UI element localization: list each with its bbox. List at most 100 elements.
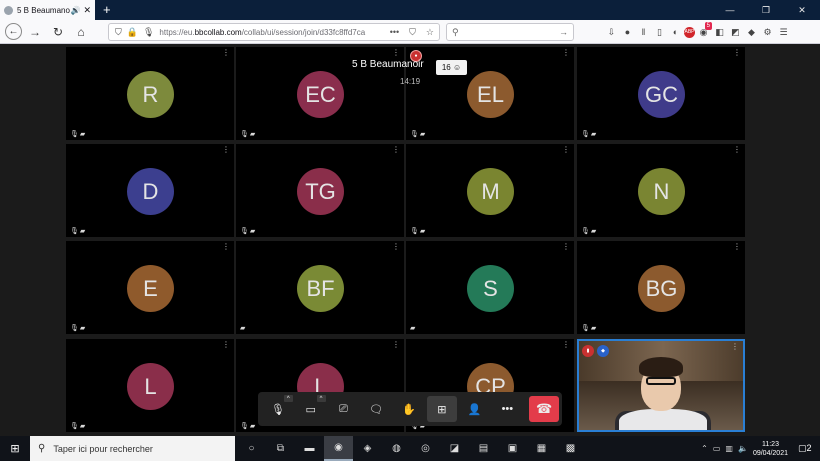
tray-expand-icon[interactable]: ⌃ [701,444,708,453]
pocket-icon[interactable]: ⛉ [409,27,416,38]
screenshot-icon[interactable]: ◩ [728,25,743,39]
search-go-icon[interactable]: → [559,27,568,37]
bookmark-star-icon[interactable]: ☆ [426,27,434,38]
raise-hand-button[interactable]: ✋ [394,396,424,422]
tool-icon[interactable]: ▩ [556,436,585,461]
presenter-icon: ◆ [597,345,609,357]
hang-up-icon: ☎ [536,401,553,416]
grid-icon: ⊞ [437,403,447,416]
tile-options-icon[interactable]: ⋮ [222,341,230,349]
puzzle-icon[interactable]: ◧ [712,25,727,39]
network-icon[interactable]: ▥ [725,444,733,453]
notifications-icon[interactable]: ▢2 [798,443,814,454]
adblock-icon[interactable]: ABP [684,26,695,38]
microphone-button[interactable]: 🎙 ^ [263,395,293,422]
library-icon[interactable]: ‖ [636,25,651,39]
share-screen-button[interactable]: ⎚ [329,396,359,422]
new-tab-button[interactable]: + [103,0,111,20]
download-icon[interactable]: ⇩ [604,25,619,39]
restore-button[interactable]: ❐ [748,0,784,20]
tile-options-icon[interactable]: ⋮ [392,243,400,251]
participant-tile[interactable]: EL 🎙▰ ⋮ [406,47,574,140]
shield-icon[interactable]: ⛉ [115,27,122,38]
chat-app-icon[interactable]: ▣ [498,436,527,461]
camera-button[interactable]: ▭ ^ [296,395,326,422]
app-icon[interactable]: ◎ [411,436,440,461]
cortana-icon[interactable]: ○ [237,436,266,461]
tile-options-icon[interactable]: ⋮ [392,341,400,349]
participant-avatar: M [467,168,514,215]
tile-options-icon[interactable]: ⋮ [562,243,570,251]
tile-options-icon[interactable]: ⋮ [392,49,400,57]
file-explorer-icon[interactable]: ▬ [295,436,324,461]
tile-options-icon[interactable]: ⋮ [562,49,570,57]
tile-options-icon[interactable]: ⋮ [562,341,570,349]
address-bar[interactable]: ⛉ 🔒 🎙 https://eu.bbcollab.com/collab/ui/… [108,23,440,41]
participant-tile[interactable]: BG 🎙▰ ⋮ [577,241,745,334]
microphone-permission-icon[interactable]: 🎙 [143,27,154,38]
color-icon[interactable]: ◆ [744,25,759,39]
page-actions-icon[interactable]: ••• [390,27,399,37]
browser-tab[interactable]: 5 B Beaumanoir 🔊 ✕ [0,0,95,20]
participant-tile[interactable]: D 🎙▰ ⋮ [66,144,234,237]
task-view-icon[interactable]: ⧉ [266,436,295,461]
participant-tile[interactable]: N 🎙▰ ⋮ [577,144,745,237]
participants-button[interactable]: 👤 [460,396,490,422]
search-input[interactable]: ⚲ → [446,23,574,41]
tab-title: 5 B Beaumanoir [17,5,71,15]
notes-icon[interactable]: ◪ [440,436,469,461]
participant-status-icons: 🎙▰ [70,325,87,332]
windows-start-icon[interactable]: ⊞ [0,436,30,461]
back-button[interactable]: ← [5,23,22,40]
close-window-button[interactable]: ✕ [784,0,820,20]
participant-tile[interactable]: S ▰ ⋮ [406,241,574,334]
volume-icon[interactable]: 🔈 [738,444,748,453]
end-call-button[interactable]: ☎ [529,396,560,422]
extension-badge-icon[interactable]: ◉ 5 [696,22,712,39]
tile-options-icon[interactable]: ⋮ [731,343,739,351]
menu-icon[interactable]: ☰ [776,25,791,39]
tile-options-icon[interactable]: ⋮ [562,146,570,154]
battery-icon[interactable]: ▭ [713,444,721,453]
participant-tile[interactable]: BF ▰ ⋮ [236,241,404,334]
forward-button[interactable]: → [25,22,45,42]
tile-options-icon[interactable]: ⋮ [222,243,230,251]
participant-tile[interactable]: E 🎙▰ ⋮ [66,241,234,334]
reload-button[interactable]: ↻ [48,22,68,42]
chevron-up-icon[interactable]: ^ [283,395,293,402]
tile-options-icon[interactable]: ⋮ [733,146,741,154]
minimize-button[interactable]: — [712,0,748,20]
participant-tile[interactable]: TG 🎙▰ ⋮ [236,144,404,237]
speaker-icon[interactable]: 🔊 [70,6,80,15]
participant-count-badge[interactable]: 16 ☺ [436,60,467,75]
firefox-icon[interactable]: ◉ [324,436,353,461]
participant-tile[interactable]: L 🎙▰ ⋮ [66,339,234,432]
tile-options-icon[interactable]: ⋮ [222,49,230,57]
grid-view-button[interactable]: ⊞ [426,396,457,422]
participant-tile[interactable]: R 🎙▰ ⋮ [66,47,234,140]
clock[interactable]: 11:23 09/04/2021 [753,440,788,458]
pdf-icon[interactable]: ▤ [469,436,498,461]
more-button[interactable]: ••• [492,396,522,422]
chevron-up-icon[interactable]: ^ [316,395,326,402]
participant-tile[interactable]: M 🎙▰ ⋮ [406,144,574,237]
url-text[interactable]: https://eu.bbcollab.com/collab/ui/sessio… [159,28,384,37]
self-video-tile[interactable]: ▮ ◆ ⋮ [577,339,745,432]
taskbar-search-input[interactable]: ⚲ Taper ici pour rechercher [30,436,235,461]
chat-button[interactable]: 🗨 [361,396,391,422]
close-tab-icon[interactable]: ✕ [83,5,91,16]
document-icon[interactable]: ▦ [527,436,556,461]
home-button[interactable]: ⌂ [71,22,91,42]
edge-icon[interactable]: ◍ [382,436,411,461]
sidebar-icon[interactable]: ▯ [652,25,667,39]
tile-options-icon[interactable]: ⋮ [733,49,741,57]
lock-icon[interactable]: 🔒 [127,27,138,38]
teams-icon[interactable]: ◈ [353,436,382,461]
extension-icon[interactable]: ● [620,25,635,39]
tile-options-icon[interactable]: ⋮ [392,146,400,154]
tile-options-icon[interactable]: ⋮ [222,146,230,154]
sync-icon[interactable]: ◐ [668,25,683,39]
participant-tile[interactable]: GC 🎙▰ ⋮ [577,47,745,140]
settings-icon[interactable]: ⚙ [760,25,775,39]
tile-options-icon[interactable]: ⋮ [733,243,741,251]
